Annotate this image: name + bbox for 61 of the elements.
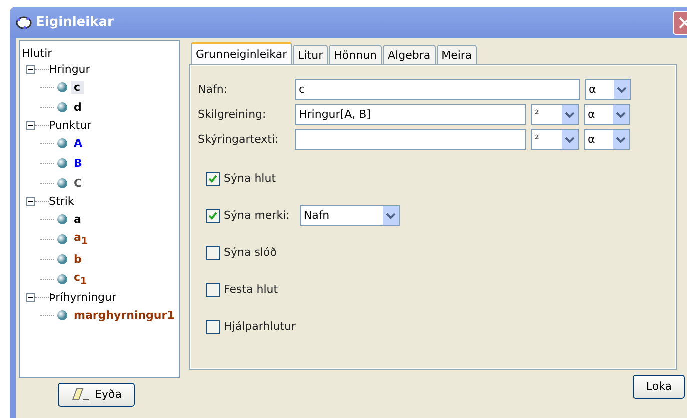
checkbox[interactable] <box>206 208 220 222</box>
text-field[interactable] <box>295 129 526 150</box>
sphere-icon <box>57 310 68 320</box>
label-dropdown[interactable]: Nafn <box>300 205 400 226</box>
symbol-dropdown[interactable]: α <box>584 129 630 150</box>
tree-group[interactable]: Hringur <box>49 62 90 76</box>
collapse-icon[interactable] <box>26 196 35 206</box>
app-icon <box>16 14 32 30</box>
tree-item[interactable]: A <box>71 136 86 150</box>
collapse-icon[interactable] <box>26 120 35 130</box>
field-label: Skýringartexti: <box>198 133 280 146</box>
format-dropdown[interactable]: ² <box>531 129 579 150</box>
tree-item[interactable]: c <box>71 80 84 94</box>
text-field[interactable]: Hringur[A, B] <box>295 104 526 125</box>
symbol-dropdown[interactable]: α <box>585 79 631 100</box>
tree-item[interactable]: marghyrningur1 <box>71 308 178 322</box>
sphere-icon <box>57 234 68 244</box>
eraser-icon <box>71 388 91 402</box>
checkbox-label: Sýna slóð <box>224 246 277 259</box>
tree-item[interactable]: C <box>71 176 86 190</box>
checkbox-label: Festa hlut <box>224 283 278 296</box>
tree-group[interactable]: Punktur <box>49 118 92 132</box>
tree-item[interactable]: b <box>71 252 85 266</box>
field-label: Skilgreining: <box>198 108 268 121</box>
tree-item[interactable]: d <box>71 100 85 114</box>
checkbox[interactable] <box>206 320 220 334</box>
sphere-icon <box>57 102 68 112</box>
format-dropdown[interactable]: ² <box>531 104 579 125</box>
tab[interactable]: Grunneiginleikar <box>191 42 292 64</box>
field-label: Nafn: <box>198 83 229 96</box>
checkbox[interactable] <box>206 246 220 260</box>
checkbox-label: Sýna hlut <box>224 172 276 185</box>
sphere-icon <box>57 138 68 148</box>
collapse-icon[interactable] <box>26 64 35 74</box>
sphere-icon <box>57 158 68 168</box>
checkbox-label: Sýna merki: <box>224 209 290 222</box>
sphere-icon <box>57 274 68 284</box>
tab[interactable]: Algebra <box>383 45 436 64</box>
sphere-icon <box>57 82 68 92</box>
delete-button[interactable]: Eyða <box>58 382 135 406</box>
checkbox[interactable] <box>206 172 220 186</box>
tab[interactable]: Meira <box>436 45 478 64</box>
symbol-dropdown[interactable]: α <box>584 104 630 125</box>
tree-group[interactable]: Þríhyrningur <box>49 290 117 304</box>
tree-root: Hlutir <box>22 46 52 60</box>
checkbox[interactable] <box>206 282 220 296</box>
tree-item[interactable]: c$_{1}$ <box>71 270 90 288</box>
tab[interactable]: Litur <box>293 45 328 64</box>
collapse-icon[interactable] <box>26 292 35 302</box>
close-dialog-button[interactable]: Loka <box>633 374 685 398</box>
tree-item[interactable]: B <box>71 156 86 170</box>
text-field[interactable]: c <box>295 79 580 100</box>
checkbox-label: Hjálparhlutur <box>224 320 296 333</box>
tree-item[interactable]: a <box>71 212 84 226</box>
tab[interactable]: Hönnun <box>329 45 382 64</box>
sphere-icon <box>57 214 68 224</box>
tree-item[interactable]: a$_{1}$ <box>71 230 91 248</box>
window-title: Eiginleikar <box>36 15 114 30</box>
tree-group[interactable]: Strik <box>49 194 74 208</box>
sphere-icon <box>57 254 68 264</box>
sphere-icon <box>57 178 68 188</box>
